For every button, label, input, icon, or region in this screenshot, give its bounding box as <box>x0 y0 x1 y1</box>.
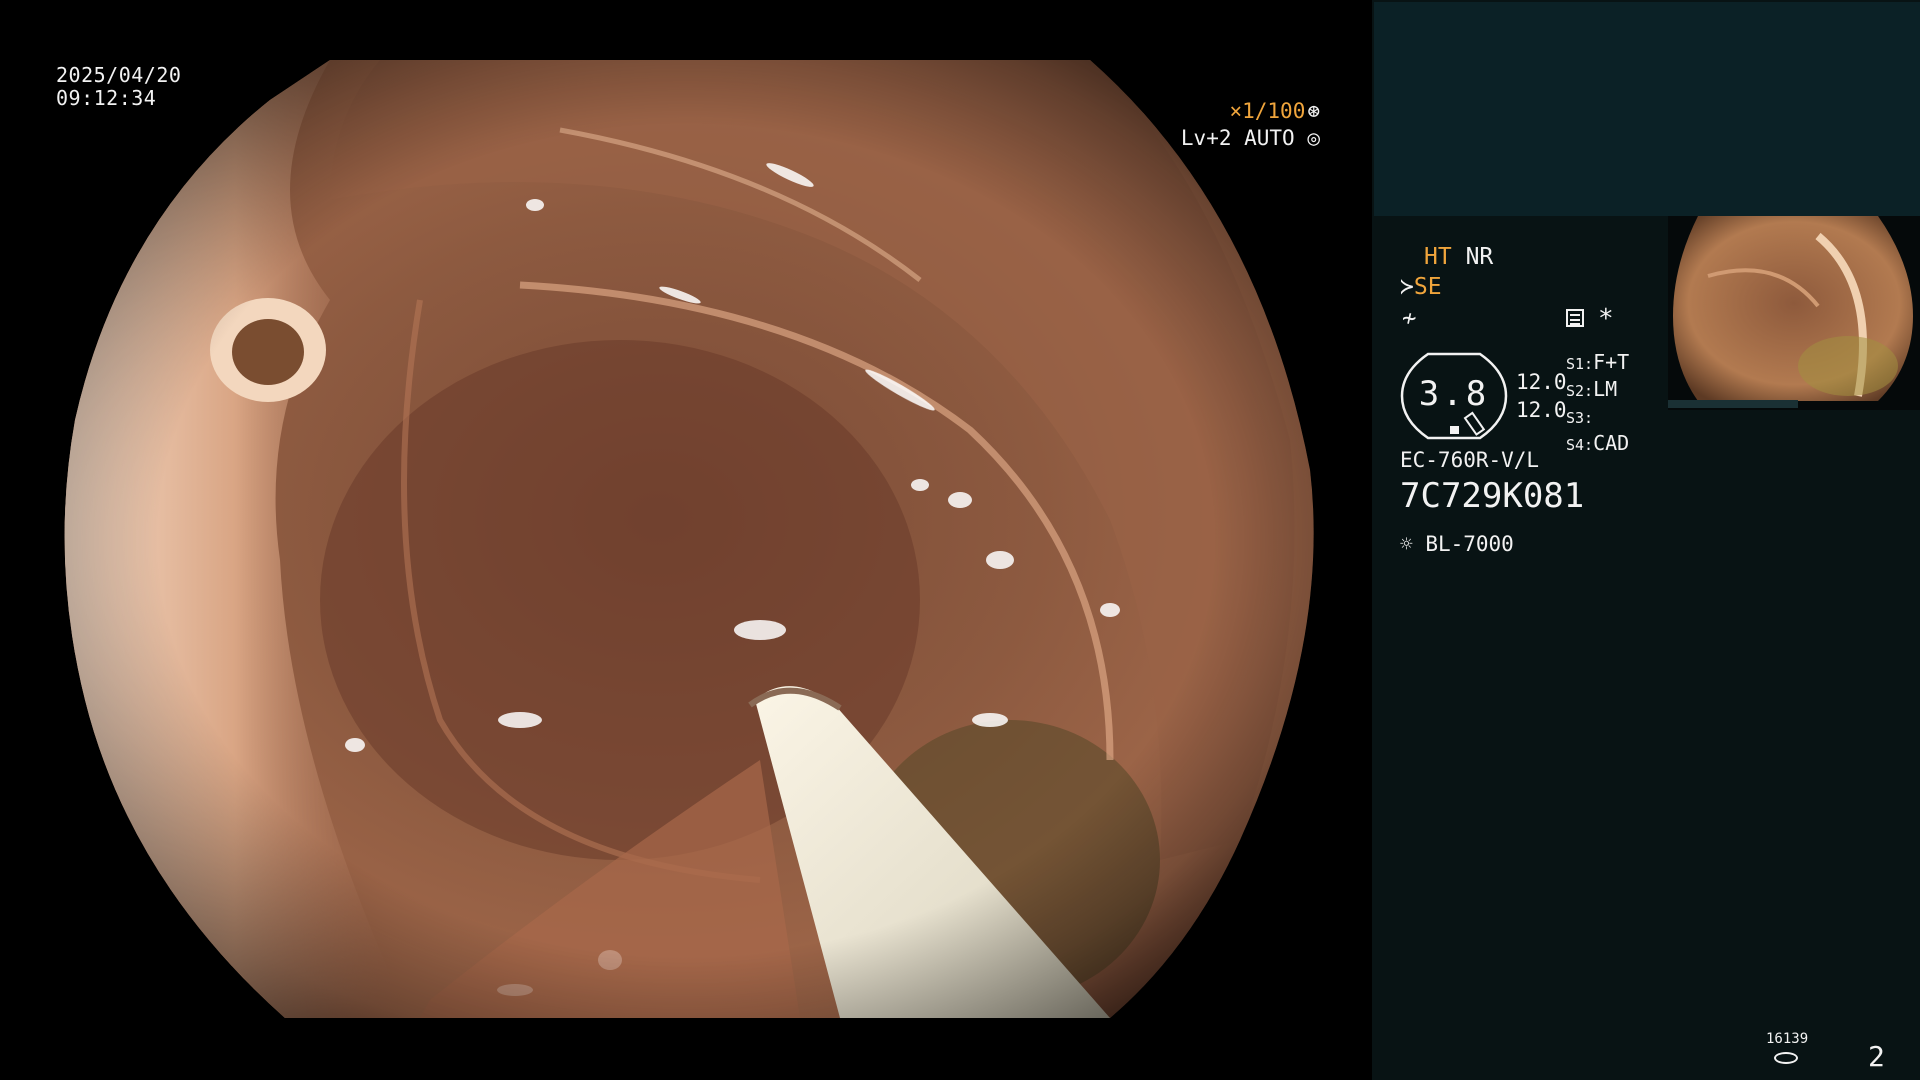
settings-icon <box>1566 309 1584 327</box>
switch-row: S1:F+T <box>1566 350 1629 377</box>
storage-icon <box>1774 1052 1798 1064</box>
switch-assignments: S1:F+T S2:LM S3: S4:CAD <box>1566 350 1629 458</box>
ht-indicator: HT <box>1424 244 1452 270</box>
se-indicator: SE <box>1413 274 1442 300</box>
switch-value: F+T <box>1593 350 1630 374</box>
light-source-label: BL-7000 <box>1425 532 1514 556</box>
mode-row-1: HT NR <box>1424 244 1493 270</box>
auto-iris-icon: ◎ <box>1294 126 1320 150</box>
page-number: 2 <box>1868 1040 1885 1073</box>
endoscope-view: 2025/04/20 09:12:34 ×1/100⊛ Lv+2 AUTO ◎ <box>0 0 1372 1080</box>
switch-value: CAD <box>1593 431 1630 455</box>
switch-key: S3: <box>1566 409 1594 427</box>
switch-row: S2:LM <box>1566 377 1629 404</box>
endoscopic-image <box>64 60 1314 1018</box>
gauge-value-2: 12.0 <box>1516 398 1567 422</box>
gauge-value-1: 12.0 <box>1516 370 1567 394</box>
info-panel-header <box>1374 2 1920 216</box>
shutter-speed: ×1/100 <box>1229 99 1306 123</box>
switch-value: LM <box>1593 377 1618 401</box>
shutter-readout: ×1/100⊛ <box>1229 99 1320 123</box>
datetime: 2025/04/20 09:12:34 <box>56 64 181 110</box>
scope-model: EC-760R-V/L <box>1400 448 1540 472</box>
time-label: 09:12:34 <box>56 86 157 110</box>
lamp-icon: ☼ <box>1400 532 1413 556</box>
scope-serial: 7C729K081 <box>1400 476 1585 516</box>
switch-key: S4: <box>1566 436 1594 454</box>
aperture-icon: ⊛ <box>1307 99 1320 123</box>
asterisk-mark: * <box>1598 304 1614 334</box>
switch-row: S4:CAD <box>1566 431 1629 458</box>
enhancement-readout: Lv+2 AUTO ◎ <box>1181 126 1320 150</box>
enhancement-level: Lv+2 AUTO <box>1180 126 1295 150</box>
capture-count: 16139 <box>1766 1031 1809 1047</box>
switch-key: S2: <box>1566 382 1594 400</box>
thumbnail-image <box>1668 216 1913 408</box>
gauge-value: 3.8 <box>1418 374 1490 414</box>
freeze-icon: ≁ <box>1402 304 1417 332</box>
nr-indicator: NR <box>1465 244 1494 270</box>
switch-key: S1: <box>1566 355 1594 373</box>
scissors-icon: ≻ <box>1400 274 1414 300</box>
light-source: ☼ BL-7000 <box>1400 532 1514 556</box>
switch-row: S3: <box>1566 404 1629 431</box>
captured-thumbnail[interactable] <box>1668 216 1920 410</box>
mode-row-2: ≻SE <box>1400 274 1442 300</box>
date-label: 2025/04/20 <box>56 63 182 87</box>
